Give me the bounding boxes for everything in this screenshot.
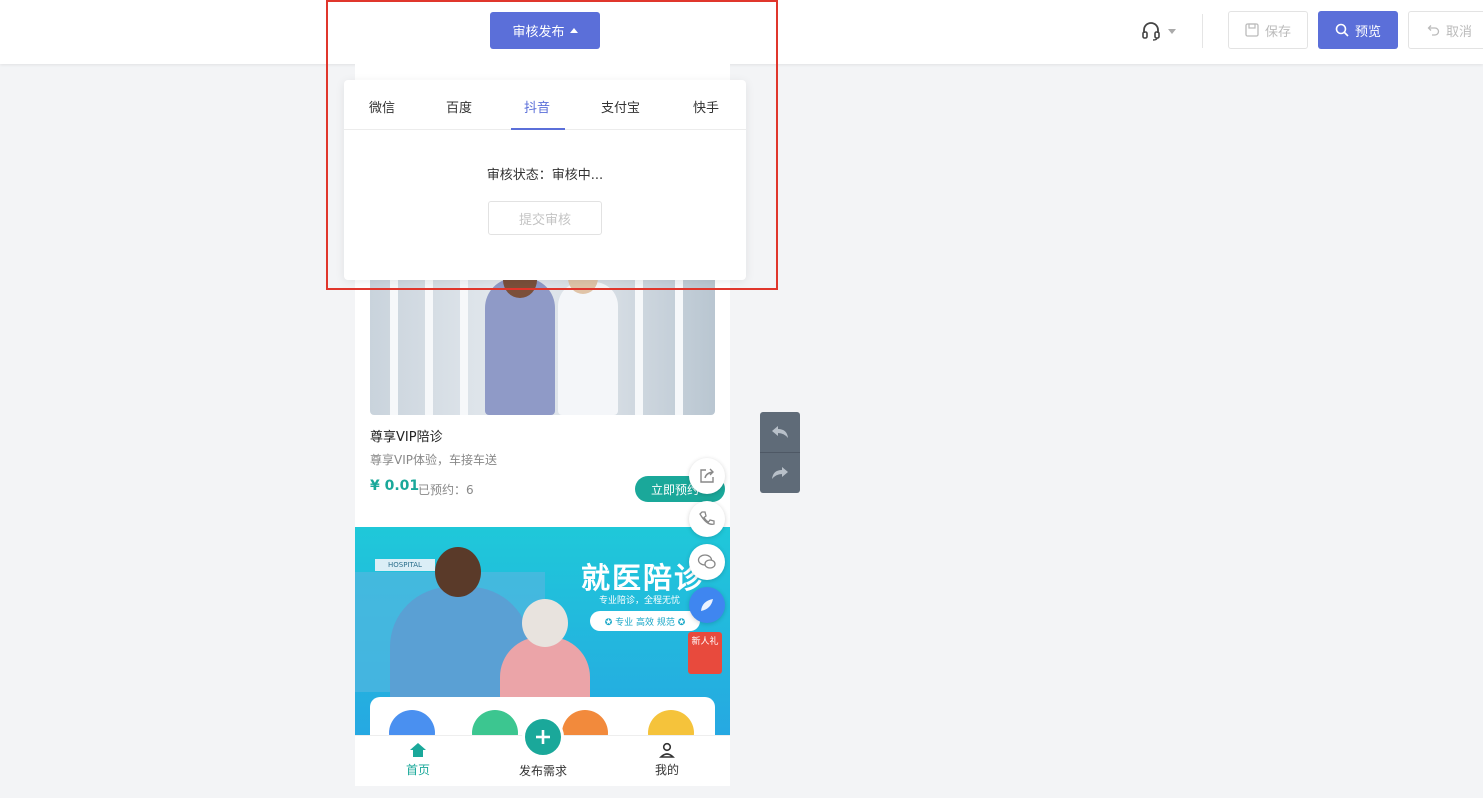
tab-home-label: 首页 (405, 763, 430, 777)
submit-review-button[interactable]: 提交审核 (488, 201, 602, 235)
tab-kuaishou[interactable]: 快手 (693, 97, 719, 116)
publish-fab-button[interactable] (522, 716, 564, 758)
redo-arrow-icon (772, 467, 788, 479)
service-card-image (370, 260, 715, 415)
tab-mine[interactable]: 我的 (627, 742, 707, 778)
cancel-label: 取消 (1445, 24, 1472, 40)
tab-home[interactable]: 首页 (378, 742, 458, 778)
undo-icon (1427, 25, 1440, 36)
new-user-gift-badge[interactable]: 新人礼 (688, 632, 722, 674)
service-subtitle: 尊享VIP体验，车接车送 (370, 453, 497, 467)
pharmacist-figure (558, 262, 618, 415)
undo-button[interactable] (760, 412, 800, 452)
caret-up-icon (569, 28, 578, 33)
wechat-float-button[interactable] (689, 544, 725, 580)
review-publish-label: 审核发布 (512, 25, 565, 40)
share-icon (700, 468, 714, 483)
tab-wechat[interactable]: 微信 (369, 97, 395, 116)
phone-float-button[interactable] (689, 501, 725, 537)
plus-icon (536, 730, 550, 744)
phone-icon (699, 511, 715, 525)
tab-publish-label: 发布需求 (518, 764, 567, 778)
service-title: 尊享VIP陪诊 (370, 430, 443, 445)
leaf-icon (701, 599, 713, 611)
tab-douyin[interactable]: 抖音 (524, 97, 550, 116)
redo-button[interactable] (760, 453, 800, 493)
active-tab-indicator (511, 128, 565, 130)
brand-float-button[interactable] (689, 587, 725, 623)
shelf (675, 260, 683, 415)
shelf (425, 260, 433, 415)
headset-icon (1142, 22, 1160, 41)
shelf (635, 260, 643, 415)
share-float-button[interactable] (689, 458, 725, 494)
banner-title: 就医陪诊 (581, 561, 706, 595)
undo-arrow-icon (772, 426, 788, 438)
review-publish-button[interactable]: 审核发布 (490, 12, 600, 49)
home-icon (410, 743, 426, 757)
banner-subtitle: 专业陪诊，全程无忧 (599, 596, 681, 606)
review-publish-popover: 微信 百度 抖音 支付宝 快手 审核状态：审核中... 提交审核 (344, 80, 746, 280)
customer-service-menu[interactable] (1140, 20, 1176, 42)
top-toolbar: 审核发布 保存 预览 取消 (0, 0, 1483, 64)
chevron-down-icon (1168, 28, 1176, 34)
review-status: 审核状态：审核中... (486, 168, 604, 183)
cancel-button[interactable]: 取消 (1408, 11, 1483, 49)
gift-label: 新人礼 (691, 637, 719, 647)
shelf (390, 260, 398, 415)
platform-tabs: 微信 百度 抖音 支付宝 快手 (344, 80, 746, 130)
customer-figure (485, 262, 555, 415)
preview-label: 预览 (1354, 24, 1381, 40)
service-price: ¥ 0.01 (370, 478, 420, 494)
save-icon (1245, 23, 1259, 37)
shelf (460, 260, 468, 415)
tab-mine-label: 我的 (654, 763, 679, 777)
tab-baidu[interactable]: 百度 (446, 97, 472, 116)
hospital-sign: HOSPITAL (375, 559, 435, 571)
booked-count: 已预约：6 (418, 483, 474, 497)
tab-alipay[interactable]: 支付宝 (601, 97, 640, 116)
divider (1202, 14, 1203, 48)
search-icon (1335, 23, 1349, 37)
banner-tags: ✪ 专业 高效 规范 ✪ (590, 611, 700, 631)
bottom-tabbar: 首页 发布需求 我的 (355, 716, 730, 786)
user-icon (659, 742, 675, 758)
tab-publish[interactable]: 发布需求 (503, 762, 583, 779)
save-button[interactable]: 保存 (1228, 11, 1308, 49)
wechat-icon (697, 554, 716, 569)
save-label: 保存 (1264, 24, 1291, 40)
preview-button[interactable]: 预览 (1318, 11, 1398, 49)
undo-redo-panel (760, 412, 800, 493)
